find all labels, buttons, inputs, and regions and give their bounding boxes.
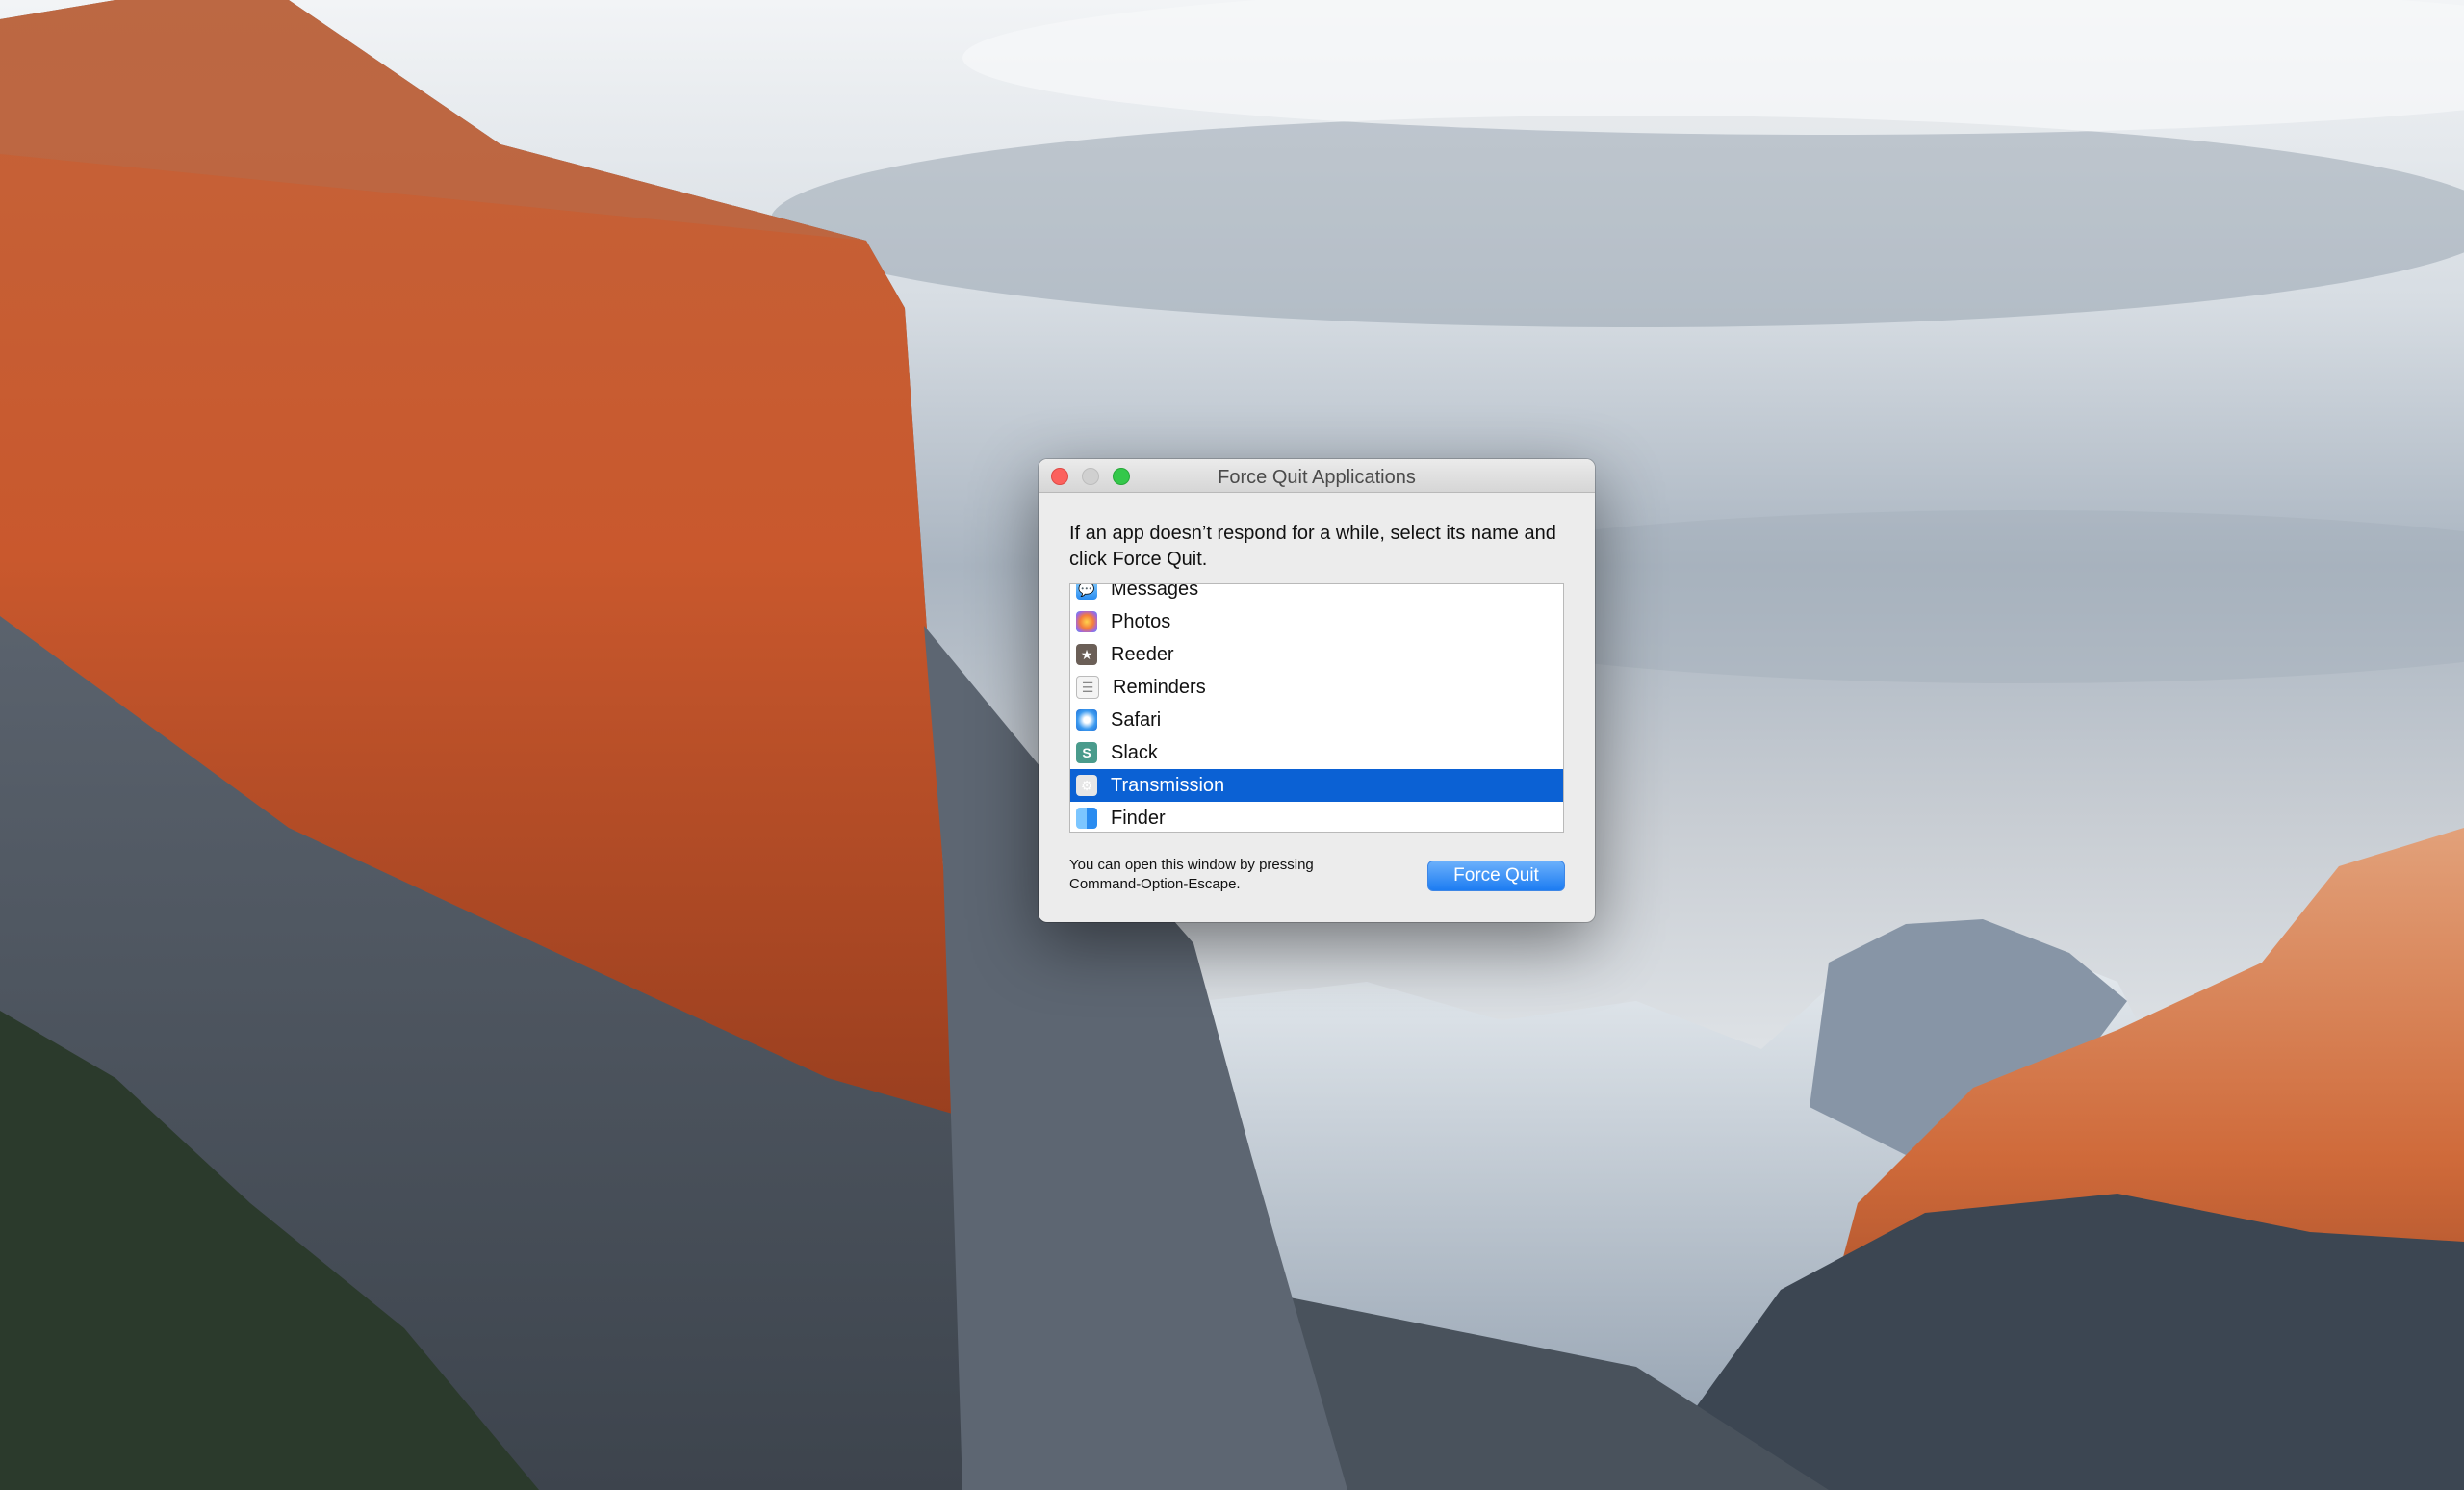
app-row-finder[interactable]: Finder [1070,802,1563,832]
reminders-icon: ☰ [1076,676,1099,699]
transmission-icon: ⚙ [1076,775,1097,796]
app-list[interactable]: 💬 Messages Photos ★ Reeder ☰ Reminders Safari S S… [1069,583,1564,833]
app-name-label: Messages [1111,583,1199,600]
app-name-label: Safari [1111,708,1162,731]
app-row-transmission[interactable]: ⚙ Transmission [1070,769,1563,802]
desktop: Force Quit Applications If an app doesn’… [0,0,2464,1490]
messages-icon: 💬 [1076,584,1097,600]
app-name-label: Reeder [1111,643,1174,665]
safari-icon [1076,709,1097,731]
finder-icon [1076,808,1097,829]
hint-line-2: Command-Option-Escape. [1069,876,1241,892]
hint-text: You can open this window by pressing Com… [1069,856,1387,894]
app-row-reminders[interactable]: ☰ Reminders [1070,671,1563,704]
app-name-label: Transmission [1111,774,1225,796]
force-quit-button[interactable]: Force Quit [1427,861,1565,891]
app-name-label: Finder [1111,807,1166,829]
app-row-reeder[interactable]: ★ Reeder [1070,638,1563,671]
app-name-label: Reminders [1113,676,1206,698]
window-title: Force Quit Applications [1218,467,1416,488]
hint-line-1: You can open this window by pressing [1069,857,1314,873]
app-row-safari[interactable]: Safari [1070,704,1563,736]
app-row-photos[interactable]: Photos [1070,605,1563,638]
app-row-slack[interactable]: S Slack [1070,736,1563,769]
app-name-label: Slack [1111,741,1158,763]
title-bar[interactable]: Force Quit Applications [1039,459,1595,493]
app-name-label: Photos [1111,610,1171,632]
instructions-text: If an app doesn’t respond for a while, s… [1069,523,1556,570]
app-row-messages[interactable]: 💬 Messages [1070,583,1563,605]
slack-icon: S [1076,742,1097,763]
reeder-icon: ★ [1076,644,1097,665]
photos-icon [1076,611,1097,632]
force-quit-window: Force Quit Applications If an app doesn’… [1039,459,1595,922]
